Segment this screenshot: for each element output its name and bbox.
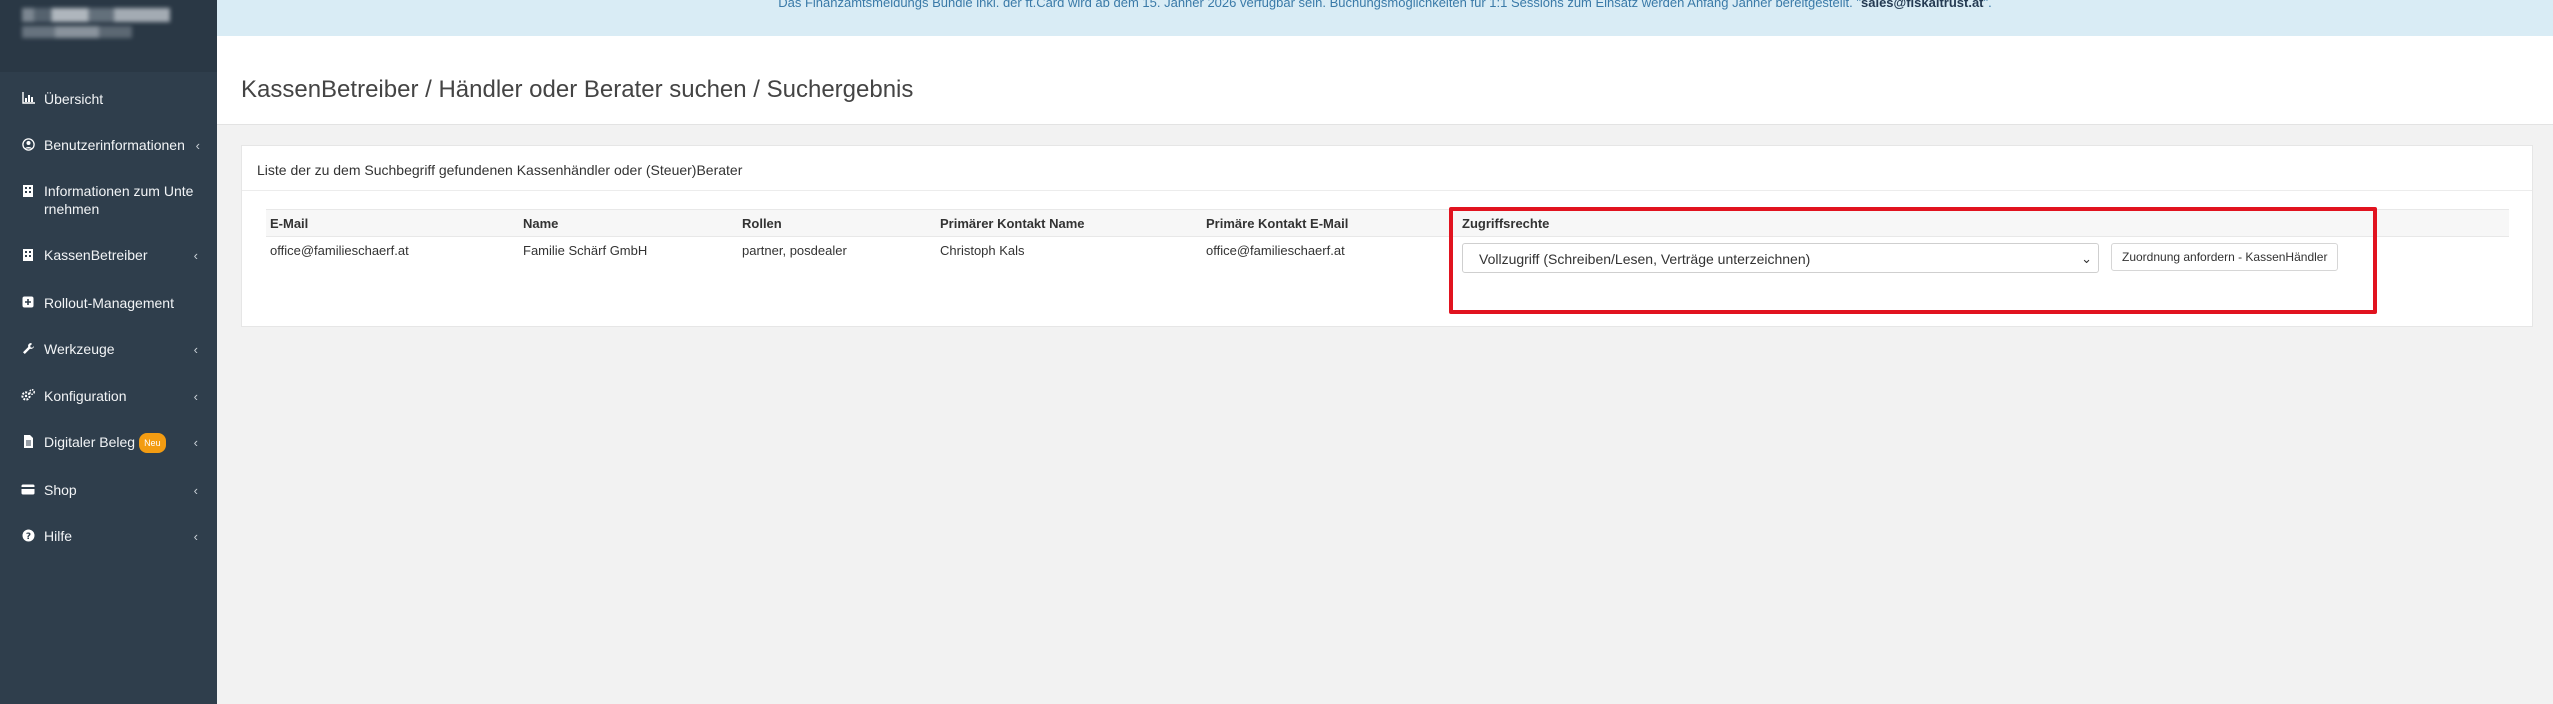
banner-text: Das Finanzamtsmeldungs Bundle inkl. der … (778, 0, 1861, 10)
table-row: office@familieschaerf.at Familie Schärf … (266, 237, 2509, 280)
request-assignment-button[interactable]: Zuordnung anfordern - KassenHändler (2111, 243, 2339, 271)
card-divider (242, 190, 2532, 191)
brand-logo[interactable] (0, 0, 217, 72)
user-circle-icon (21, 137, 35, 151)
chart-icon (21, 91, 35, 105)
page-title: KassenBetreiber / Händler oder Berater s… (241, 76, 914, 103)
sidebar-item-uebersicht[interactable]: Übersicht (0, 90, 217, 108)
sidebar-item-label: Benutzerinformationen (44, 137, 185, 153)
svg-text:?: ? (25, 532, 30, 542)
building-icon (21, 183, 35, 197)
sidebar-item-label: Informationen zum Unternehmen (44, 183, 194, 217)
banner-suffix: ". (1983, 0, 1992, 10)
results-table: E-Mail Name Rollen Primärer Kontakt Name… (266, 209, 2509, 279)
cell-contact-name: Christoph Kals (940, 243, 1025, 258)
chevron-down-icon: ⌄ (2081, 251, 2092, 266)
sidebar-item-werkzeuge[interactable]: Werkzeuge ‹ (0, 340, 217, 358)
column-header-roles: Rollen (738, 209, 936, 237)
document-icon (21, 434, 35, 448)
chevron-left-icon: ‹ (193, 389, 198, 404)
sidebar-item-hilfe[interactable]: ? Hilfe ‹ (0, 527, 217, 545)
sidebar-item-label: Digitaler Beleg Neu (44, 433, 166, 453)
access-rights-selected-value: Vollzugriff (Schreiben/Lesen, Verträge u… (1479, 251, 1811, 267)
wrench-icon (21, 341, 35, 355)
blurred-account-subtitle (22, 26, 132, 38)
sidebar-item-label: Hilfe (44, 528, 73, 544)
chevron-left-icon: ‹ (195, 138, 200, 153)
sidebar-item-label: Rollout-Management (44, 295, 174, 311)
table-header-row: E-Mail Name Rollen Primärer Kontakt Name… (266, 209, 2509, 237)
search-results-card: Liste der zu dem Suchbegriff gefundenen … (241, 145, 2533, 327)
sidebar-item-rollout-management[interactable]: Rollout-Management (0, 294, 217, 312)
credit-card-icon (21, 482, 35, 496)
plus-square-icon (21, 295, 35, 309)
building-icon (21, 247, 35, 261)
sidebar-item-digitaler-beleg[interactable]: Digitaler Beleg Neu ‹ (0, 433, 217, 453)
sidebar-item-label: Shop (44, 482, 77, 498)
new-badge: Neu (139, 433, 166, 453)
sidebar-item-informationen-zum-unternehmen[interactable]: Informationen zum Unternehmen (0, 182, 217, 218)
cell-name: Familie Schärf GmbH (523, 243, 648, 258)
blurred-account-name (22, 8, 170, 22)
sidebar-item-label: Konfiguration (44, 388, 127, 404)
column-header-name: Name (519, 209, 738, 237)
column-header-email: E-Mail (266, 209, 519, 237)
question-circle-icon: ? (21, 528, 35, 542)
sidebar-item-label: Werkzeuge (44, 341, 115, 357)
chevron-left-icon: ‹ (193, 248, 198, 263)
sidebar-item-text: Digitaler Beleg (44, 434, 136, 450)
sidebar-item-label: Übersicht (44, 91, 104, 107)
cell-email: office@familieschaerf.at (270, 243, 409, 258)
access-rights-select[interactable]: Vollzugriff (Schreiben/Lesen, Verträge u… (1462, 243, 2099, 273)
chevron-left-icon: ‹ (193, 483, 198, 498)
column-header-contact-email: Primäre Kontakt E-Mail (1202, 209, 1458, 237)
chevron-left-icon: ‹ (193, 342, 198, 357)
card-title: Liste der zu dem Suchbegriff gefundenen … (257, 162, 743, 178)
cell-roles: partner, posdealer (742, 243, 847, 258)
column-header-access-rights: Zugriffsrechte (1458, 209, 2509, 237)
access-controls: Vollzugriff (Schreiben/Lesen, Verträge u… (1462, 243, 2505, 273)
sidebar-item-shop[interactable]: Shop ‹ (0, 481, 217, 499)
sidebar-item-konfiguration[interactable]: Konfiguration ‹ (0, 387, 217, 405)
cell-access-rights: Vollzugriff (Schreiben/Lesen, Verträge u… (1458, 237, 2509, 280)
column-header-contact-name: Primärer Kontakt Name (936, 209, 1202, 237)
page-header: KassenBetreiber / Händler oder Berater s… (217, 36, 2553, 125)
banner-email[interactable]: sales@fiskaltrust.at (1861, 0, 1984, 10)
sidebar-item-benutzerinformationen[interactable]: Benutzerinformationen ‹ (0, 136, 217, 154)
sidebar-item-label: KassenBetreiber (44, 247, 148, 263)
sidebar-item-kassenbetreiber[interactable]: KassenBetreiber ‹ (0, 246, 217, 264)
chevron-left-icon: ‹ (193, 435, 198, 450)
cell-contact-email: office@familieschaerf.at (1206, 243, 1345, 258)
chevron-left-icon: ‹ (193, 529, 198, 544)
gears-icon (21, 388, 35, 402)
announcement-banner: Das Finanzamtsmeldungs Bundle inkl. der … (217, 0, 2553, 36)
sidebar: Übersicht Benutzerinformationen ‹ Inform… (0, 0, 217, 704)
